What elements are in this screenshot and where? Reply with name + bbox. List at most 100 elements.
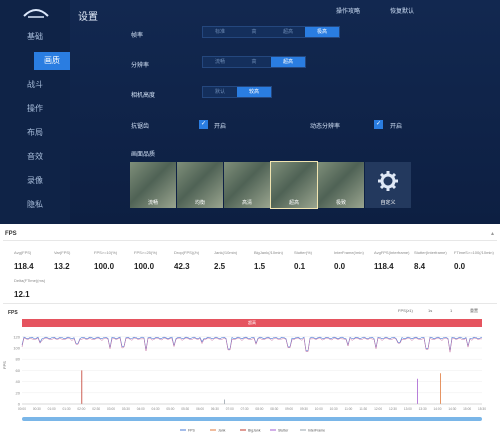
stat-item: FTimeS>=100(/10min) 0.0 <box>454 250 494 271</box>
x-tick-label: 09:00 <box>285 407 293 411</box>
stat-value: 2.5 <box>214 262 226 271</box>
segment-option[interactable]: 标准 <box>203 27 237 37</box>
legend-label: FPS <box>188 429 195 433</box>
sidebar-item[interactable]: 基础 <box>0 28 70 46</box>
quality-preset[interactable]: 流畅 <box>130 162 176 208</box>
stat-value: 0.1 <box>294 262 306 271</box>
frame-rate-selector[interactable]: 标准高超高 极高 <box>202 26 340 38</box>
fps-filter-select[interactable]: FPS(≥1) <box>398 308 413 313</box>
quality-preset-label: 自定义 <box>380 200 396 206</box>
quality-preset[interactable]: 超高 <box>270 161 318 209</box>
segment-option[interactable]: 极高 <box>305 27 339 37</box>
reset-button[interactable]: 重置 <box>470 308 478 314</box>
y-tick-label: 40 <box>16 379 21 384</box>
x-tick-label: 01:00 <box>48 407 56 411</box>
quality-preset[interactable]: 极致 <box>318 162 364 208</box>
x-tick-label: 04:00 <box>137 407 145 411</box>
x-tick-label: 02:00 <box>77 407 85 411</box>
y-tick-label: 0 <box>18 402 21 407</box>
stat-value: 42.3 <box>174 262 190 271</box>
x-tick-label: 08:30 <box>270 407 278 411</box>
divider <box>3 240 497 241</box>
quality-preset[interactable]: 均衡 <box>177 162 223 208</box>
x-tick-label: 09:30 <box>300 407 308 411</box>
sidebar-item[interactable]: 布局 <box>0 124 70 142</box>
stat-key: FTimeS>=100(/10min) <box>454 250 494 255</box>
stat-key: BigJank(/10min) <box>254 250 283 255</box>
stat-item: BigJank(/10min) 1.5 <box>254 250 283 271</box>
segment-option[interactable]: 较高 <box>237 87 271 97</box>
x-tick-label: 13:30 <box>419 407 427 411</box>
x-tick-label: 07:30 <box>241 407 249 411</box>
x-tick-label: 00:00 <box>18 407 26 411</box>
stat-key: Jank(/10min) <box>214 250 238 255</box>
quality-preset-label: 超高 <box>288 200 299 206</box>
x-tick-label: 06:30 <box>211 407 219 411</box>
chart-title: FPS <box>8 310 18 316</box>
segment-option[interactable]: 超高 <box>271 57 305 67</box>
x-tick-label: 11:30 <box>359 407 367 411</box>
antialias-state: 开启 <box>214 124 227 130</box>
y-tick-label: 20 <box>16 390 21 395</box>
gear-icon <box>378 171 398 191</box>
x-tick-label: 07:00 <box>226 407 234 411</box>
segment-option[interactable]: 超高 <box>271 27 305 37</box>
restore-default-button[interactable]: 恢复默认 <box>380 6 424 18</box>
back-icon[interactable] <box>22 6 50 20</box>
quality-preset-label: 高清 <box>241 200 252 206</box>
stat-key: Stutter(%) <box>294 250 313 255</box>
x-tick-label: 01:30 <box>63 407 71 411</box>
stat-item: Jank(/10min) 2.5 <box>214 250 237 271</box>
x-tick-label: 15:00 <box>463 407 471 411</box>
time-range-scrollbar[interactable] <box>22 417 482 421</box>
sidebar-item[interactable]: 操作 <box>0 100 70 118</box>
segment-option[interactable]: 默认 <box>203 87 237 97</box>
step-input[interactable]: 1 <box>450 308 452 313</box>
segment-option[interactable]: 高 <box>237 57 271 67</box>
stat-item: FPS>=25(%) 100.0 <box>134 250 157 271</box>
dynamic-resolution-checkbox[interactable]: ✓ <box>374 120 383 129</box>
segment-option[interactable]: 高 <box>237 27 271 37</box>
legend-label: InterFrame <box>308 429 325 433</box>
x-tick-label: 03:00 <box>107 407 115 411</box>
stat-key: AvgFPS(Interframe) <box>374 250 410 255</box>
sidebar-item[interactable]: 隐私 <box>0 196 70 214</box>
sidebar-item[interactable]: 画质 <box>34 52 70 70</box>
x-tick-label: 08:00 <box>255 407 263 411</box>
quality-preset[interactable]: 自定义 <box>365 162 411 208</box>
fps-line-chart: 0 20 40 60 80 100 120 FPS 00:00 00:30 01:00 01:30 02… <box>2 334 486 433</box>
resolution-label: 分辨率 <box>131 63 150 69</box>
y-axis-label: FPS <box>2 361 7 369</box>
y-tick-label: 120 <box>13 334 20 339</box>
y-tick-label: 100 <box>13 346 20 351</box>
stat-value: 100.0 <box>134 262 155 271</box>
guide-button[interactable]: 操作攻略 <box>326 6 370 18</box>
camera-height-label: 相机高度 <box>131 93 156 99</box>
x-tick-label: 06:00 <box>196 407 204 411</box>
quality-level-bar: 超高 <box>22 319 482 327</box>
quality-preset-label: 极致 <box>335 200 346 206</box>
collapse-icon[interactable]: ▴ <box>491 230 494 237</box>
x-tick-label: 14:30 <box>448 407 456 411</box>
x-tick-label: 12:00 <box>374 407 382 411</box>
frame-rate-label: 帧率 <box>131 33 144 39</box>
fps-section-title: FPS <box>5 231 17 237</box>
camera-height-selector[interactable]: 默认 较高 <box>202 86 272 98</box>
stat-item: FPS>=10(%) 100.0 <box>94 250 117 271</box>
x-tick-label: 05:00 <box>166 407 174 411</box>
antialias-checkbox[interactable]: ✓ <box>199 120 208 129</box>
sidebar-item[interactable]: 音效 <box>0 148 70 166</box>
sidebar-item[interactable]: 录像 <box>0 172 70 190</box>
stat-item: Stutter(Interframe) 8.4 <box>414 250 447 271</box>
stat-item: Delta(FTime)(ms) 12.1 <box>14 278 45 299</box>
stat-value: 0.0 <box>454 262 466 271</box>
stat-key: Stutter(Interframe) <box>414 250 447 255</box>
interval-select[interactable]: 1s <box>428 308 432 313</box>
game-settings-panel: 基础 画质 战斗 操作 布局 音效 录像 隐私 设置 操作攻略 恢复默认 帧率 标准高超高 极高… <box>0 0 500 224</box>
resolution-selector[interactable]: 流畅高超高 <box>202 56 306 68</box>
quality-preset[interactable]: 高清 <box>224 162 270 208</box>
sidebar-item[interactable]: 战斗 <box>0 76 70 94</box>
stat-item: Drop(FPS)(/h) 42.3 <box>174 250 199 271</box>
stat-item: InterFrame(/min) 0.0 <box>334 250 364 271</box>
segment-option[interactable]: 流畅 <box>203 57 237 67</box>
